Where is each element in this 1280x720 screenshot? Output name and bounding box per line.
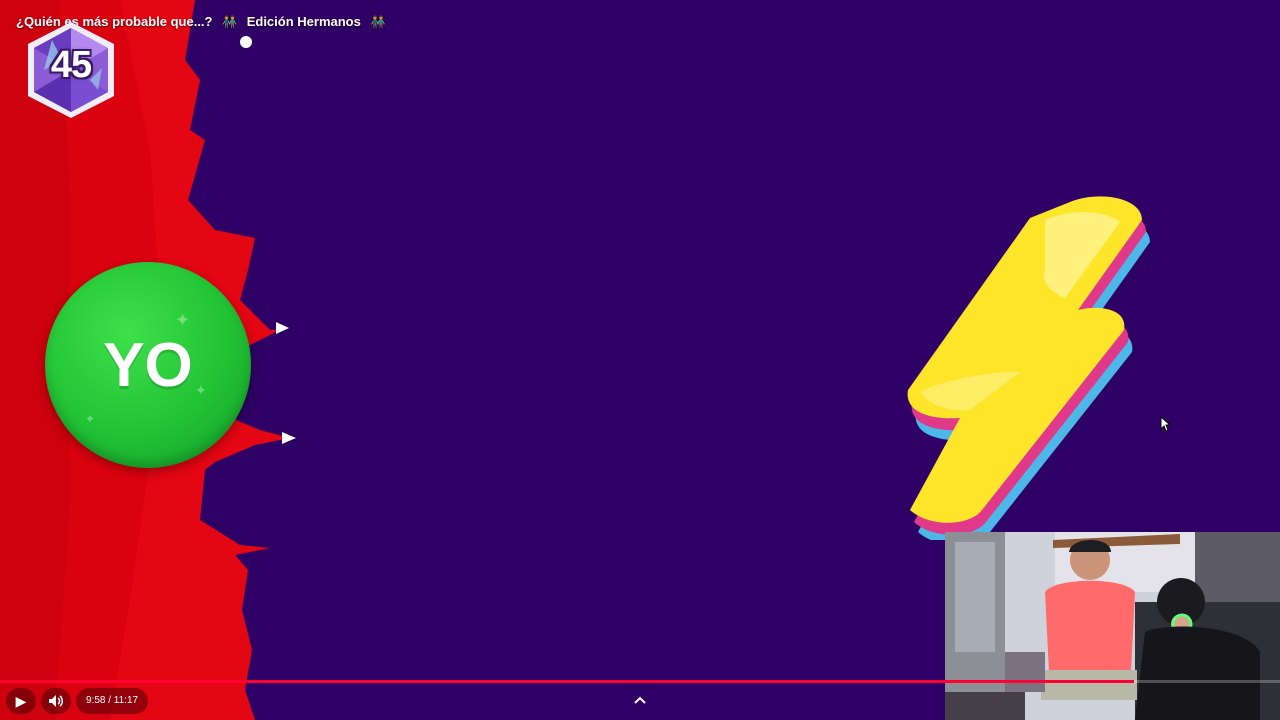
answer-label: YO [103, 331, 193, 400]
level-badge: 45 [22, 20, 120, 120]
play-icon: ▶ [15, 692, 27, 709]
sparkle-icon: ✦ [85, 412, 96, 426]
volume-button[interactable] [41, 688, 71, 714]
chevron-up-icon [634, 696, 646, 704]
answer-circle: ✦ ✦ ✦ YO [45, 262, 251, 468]
play-button[interactable]: ▶ [6, 688, 36, 714]
progress-fill [0, 680, 1135, 683]
volume-icon [49, 695, 63, 707]
progress-bar[interactable] [0, 680, 1280, 683]
video-frame[interactable]: ¿Quién es más probable que...? 👬 Edición… [0, 0, 1280, 720]
expand-button[interactable] [628, 692, 652, 710]
title-text-2: Edición Hermanos [246, 14, 361, 29]
mouse-cursor-icon [1160, 416, 1172, 432]
lightning-bolt-icon [907, 196, 1150, 540]
badge-number: 45 [50, 44, 92, 86]
people-icon: 👬 [222, 15, 238, 29]
time-display: 9:58 / 11:17 [76, 688, 149, 714]
sparkle-icon: ✦ [175, 310, 191, 330]
player-controls: ▶ 9:58 / 11:17 [0, 680, 1280, 720]
people-icon: 👬 [370, 15, 386, 29]
